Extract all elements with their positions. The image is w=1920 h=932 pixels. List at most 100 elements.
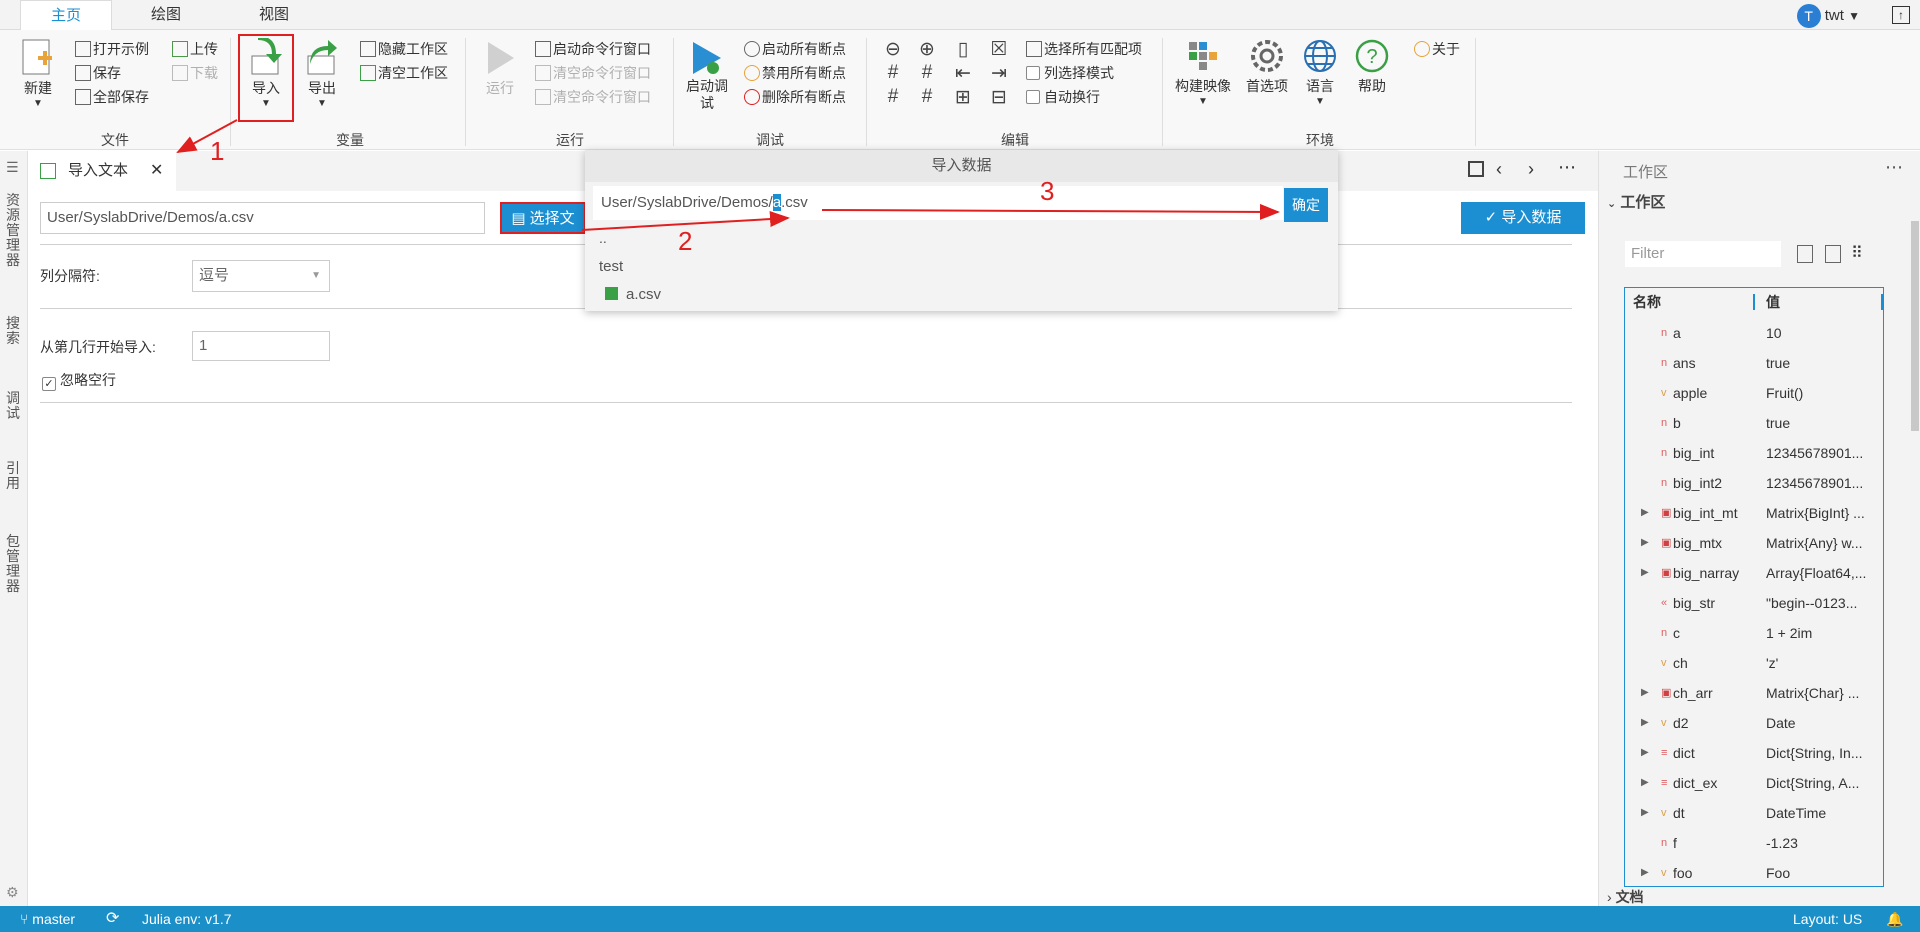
activity-search[interactable]: 搜索 — [6, 316, 22, 346]
table-row[interactable]: ▶ ≡ dict_ex Dict{String, A... — [1625, 768, 1883, 798]
insert-icon[interactable]: ⊞ — [952, 86, 974, 109]
activity-package-manager[interactable]: 包管理器 — [6, 534, 22, 594]
start-debug-button[interactable]: 启动调试 — [682, 38, 732, 112]
activity-reference[interactable]: 引用 — [6, 461, 22, 491]
table-row[interactable]: n f -1.23 — [1625, 828, 1883, 858]
tab-plot[interactable]: 绘图 — [120, 0, 212, 30]
ignore-empty-checkbox[interactable]: ✓ 忽略空行 — [42, 370, 116, 391]
language-button[interactable]: 语言 ▼ — [1298, 36, 1342, 107]
split-editor-icon[interactable] — [1468, 161, 1484, 177]
remove-icon[interactable]: ⊟ — [988, 86, 1010, 109]
file-path-input[interactable]: User/SyslabDrive/Demos/a.csv — [40, 202, 485, 234]
bookmark-icon[interactable]: ▯ — [952, 38, 974, 61]
build-image-button[interactable]: 构建映像 ▼ — [1170, 36, 1236, 107]
remove-bookmark-icon[interactable]: ☒ — [988, 38, 1010, 61]
select-file-button[interactable]: ▤ 选择文 — [500, 202, 586, 234]
select-all-match-button[interactable]: 选择所有匹配项 — [1026, 38, 1142, 60]
start-cmd-button[interactable]: 启动命令行窗口 — [535, 38, 651, 60]
settings-gear-icon[interactable]: ⚙ — [6, 884, 19, 901]
chevron-left-icon[interactable]: ‹ — [1496, 159, 1502, 180]
sync-icon[interactable]: ⟳ — [106, 906, 119, 932]
ok-button[interactable]: 确定 — [1284, 188, 1328, 222]
column-divider[interactable] — [1881, 294, 1883, 310]
indent-icon[interactable]: ⇤ — [952, 62, 974, 85]
expand-icon[interactable]: ▶ — [1641, 768, 1649, 798]
table-row[interactable]: n b true — [1625, 408, 1883, 438]
activity-explorer[interactable]: 资源管理器 — [6, 193, 22, 268]
open-example-button[interactable]: 打开示例 — [75, 38, 149, 60]
table-row[interactable]: « big_str "begin--0123... — [1625, 588, 1883, 618]
bell-icon[interactable]: 🔔 — [1886, 906, 1903, 932]
activity-debug[interactable]: 调试 — [6, 391, 22, 421]
workspace-filter-input[interactable]: Filter — [1625, 241, 1781, 267]
table-row[interactable]: n big_int 12345678901... — [1625, 438, 1883, 468]
dialog-path-input[interactable]: User/SyslabDrive/Demos/a.csv — [593, 186, 1283, 220]
expand-icon[interactable]: ▶ — [1641, 708, 1649, 738]
expand-icon[interactable]: ▶ — [1641, 798, 1649, 828]
expand-icon[interactable]: ▶ — [1641, 678, 1649, 708]
upload-button[interactable]: 上传 — [172, 38, 218, 60]
menu-icon[interactable]: ☰ — [6, 159, 19, 176]
about-button[interactable]: 关于 — [1414, 38, 1460, 60]
expand-icon[interactable]: ▶ — [1641, 738, 1649, 768]
table-row[interactable]: ▶ v dt DateTime — [1625, 798, 1883, 828]
user-menu[interactable]: T twt ▼ — [1796, 4, 1860, 29]
dialog-item-parent[interactable]: .. — [599, 230, 607, 246]
separator-select[interactable]: 逗号 ▼ — [192, 260, 330, 292]
auto-wrap-checkbox[interactable]: 自动换行 — [1026, 86, 1100, 108]
clear-workspace-button[interactable]: 清空工作区 — [360, 62, 448, 84]
back-icon[interactable]: ⊖ — [882, 38, 904, 61]
dialog-item-file[interactable]: a.csv — [605, 286, 661, 303]
export-button[interactable]: 导出 ▼ — [300, 38, 344, 109]
table-row[interactable]: n ans true — [1625, 348, 1883, 378]
more-icon[interactable]: ⋯ — [1885, 157, 1903, 178]
tab-home[interactable]: 主页 — [20, 0, 112, 31]
close-icon[interactable]: ✕ — [150, 151, 163, 191]
new-button[interactable]: 新建 ▼ — [16, 38, 60, 109]
table-row[interactable]: n a 10 — [1625, 318, 1883, 348]
import-file-icon[interactable] — [1797, 245, 1813, 263]
column-header-name[interactable]: 名称 — [1633, 288, 1661, 316]
forward-icon[interactable]: ⊕ — [916, 38, 938, 61]
disable-all-breakpoints-button[interactable]: 禁用所有断点 — [744, 62, 846, 84]
start-all-breakpoints-button[interactable]: 启动所有断点 — [744, 38, 846, 60]
hide-workspace-button[interactable]: 隐藏工作区 — [360, 38, 448, 60]
julia-env[interactable]: Julia env: v1.7 — [142, 906, 232, 932]
block-uncomment-icon[interactable]: # — [916, 86, 938, 108]
preferences-button[interactable]: 首选项 — [1242, 36, 1292, 96]
uncomment-icon[interactable]: # — [916, 62, 938, 84]
dialog-item-folder[interactable]: test — [599, 258, 623, 275]
start-row-input[interactable]: 1 — [192, 331, 330, 361]
workspace-section-header[interactable]: ⌄ 工作区 — [1607, 191, 1665, 212]
expand-icon[interactable]: ▶ — [1641, 558, 1649, 588]
table-row[interactable]: nc 1 + 2im — [1625, 618, 1883, 648]
restore-icon[interactable]: ↑ — [1892, 6, 1910, 24]
import-data-button[interactable]: ✓ 导入数据 — [1461, 202, 1585, 234]
table-row[interactable]: ▶ v foo Foo — [1625, 858, 1883, 886]
table-row[interactable]: ▶ ▣ big_narray Array{Float64,... — [1625, 558, 1883, 588]
tab-import-text[interactable]: 导入文本 ✕ — [28, 151, 176, 191]
table-row[interactable]: n big_int2 12345678901... — [1625, 468, 1883, 498]
chevron-right-icon[interactable]: › — [1528, 159, 1534, 180]
clear-cmd-button[interactable]: 清空命令行窗口 — [535, 62, 651, 84]
table-row[interactable]: ▶ v d2 Date — [1625, 708, 1883, 738]
column-divider[interactable] — [1753, 294, 1755, 310]
download-button[interactable]: 下载 — [172, 62, 218, 84]
clear-cmd-button-2[interactable]: 清空命令行窗口 — [535, 86, 651, 108]
tab-view[interactable]: 视图 — [228, 0, 320, 30]
keyboard-layout[interactable]: Layout: US — [1793, 906, 1862, 932]
table-row[interactable]: ▶ ≡ dict Dict{String, In... — [1625, 738, 1883, 768]
delete-all-breakpoints-button[interactable]: 删除所有断点 — [744, 86, 846, 108]
expand-icon[interactable]: ▶ — [1641, 858, 1649, 886]
column-select-checkbox[interactable]: 列选择模式 — [1026, 62, 1114, 84]
comment-icon[interactable]: # — [882, 62, 904, 84]
table-row[interactable]: ▶ ▣ big_mtx Matrix{Any} w... — [1625, 528, 1883, 558]
export-file-icon[interactable] — [1825, 245, 1841, 263]
outdent-icon[interactable]: ⇥ — [988, 62, 1010, 85]
docs-section-header[interactable]: › 文档 — [1607, 887, 1644, 907]
save-button[interactable]: 保存 — [75, 62, 121, 84]
save-all-button[interactable]: 全部保存 — [75, 86, 149, 108]
expand-icon[interactable]: ▶ — [1641, 528, 1649, 558]
run-button[interactable]: 运行 — [478, 38, 522, 98]
expand-icon[interactable]: ▶ — [1641, 498, 1649, 528]
